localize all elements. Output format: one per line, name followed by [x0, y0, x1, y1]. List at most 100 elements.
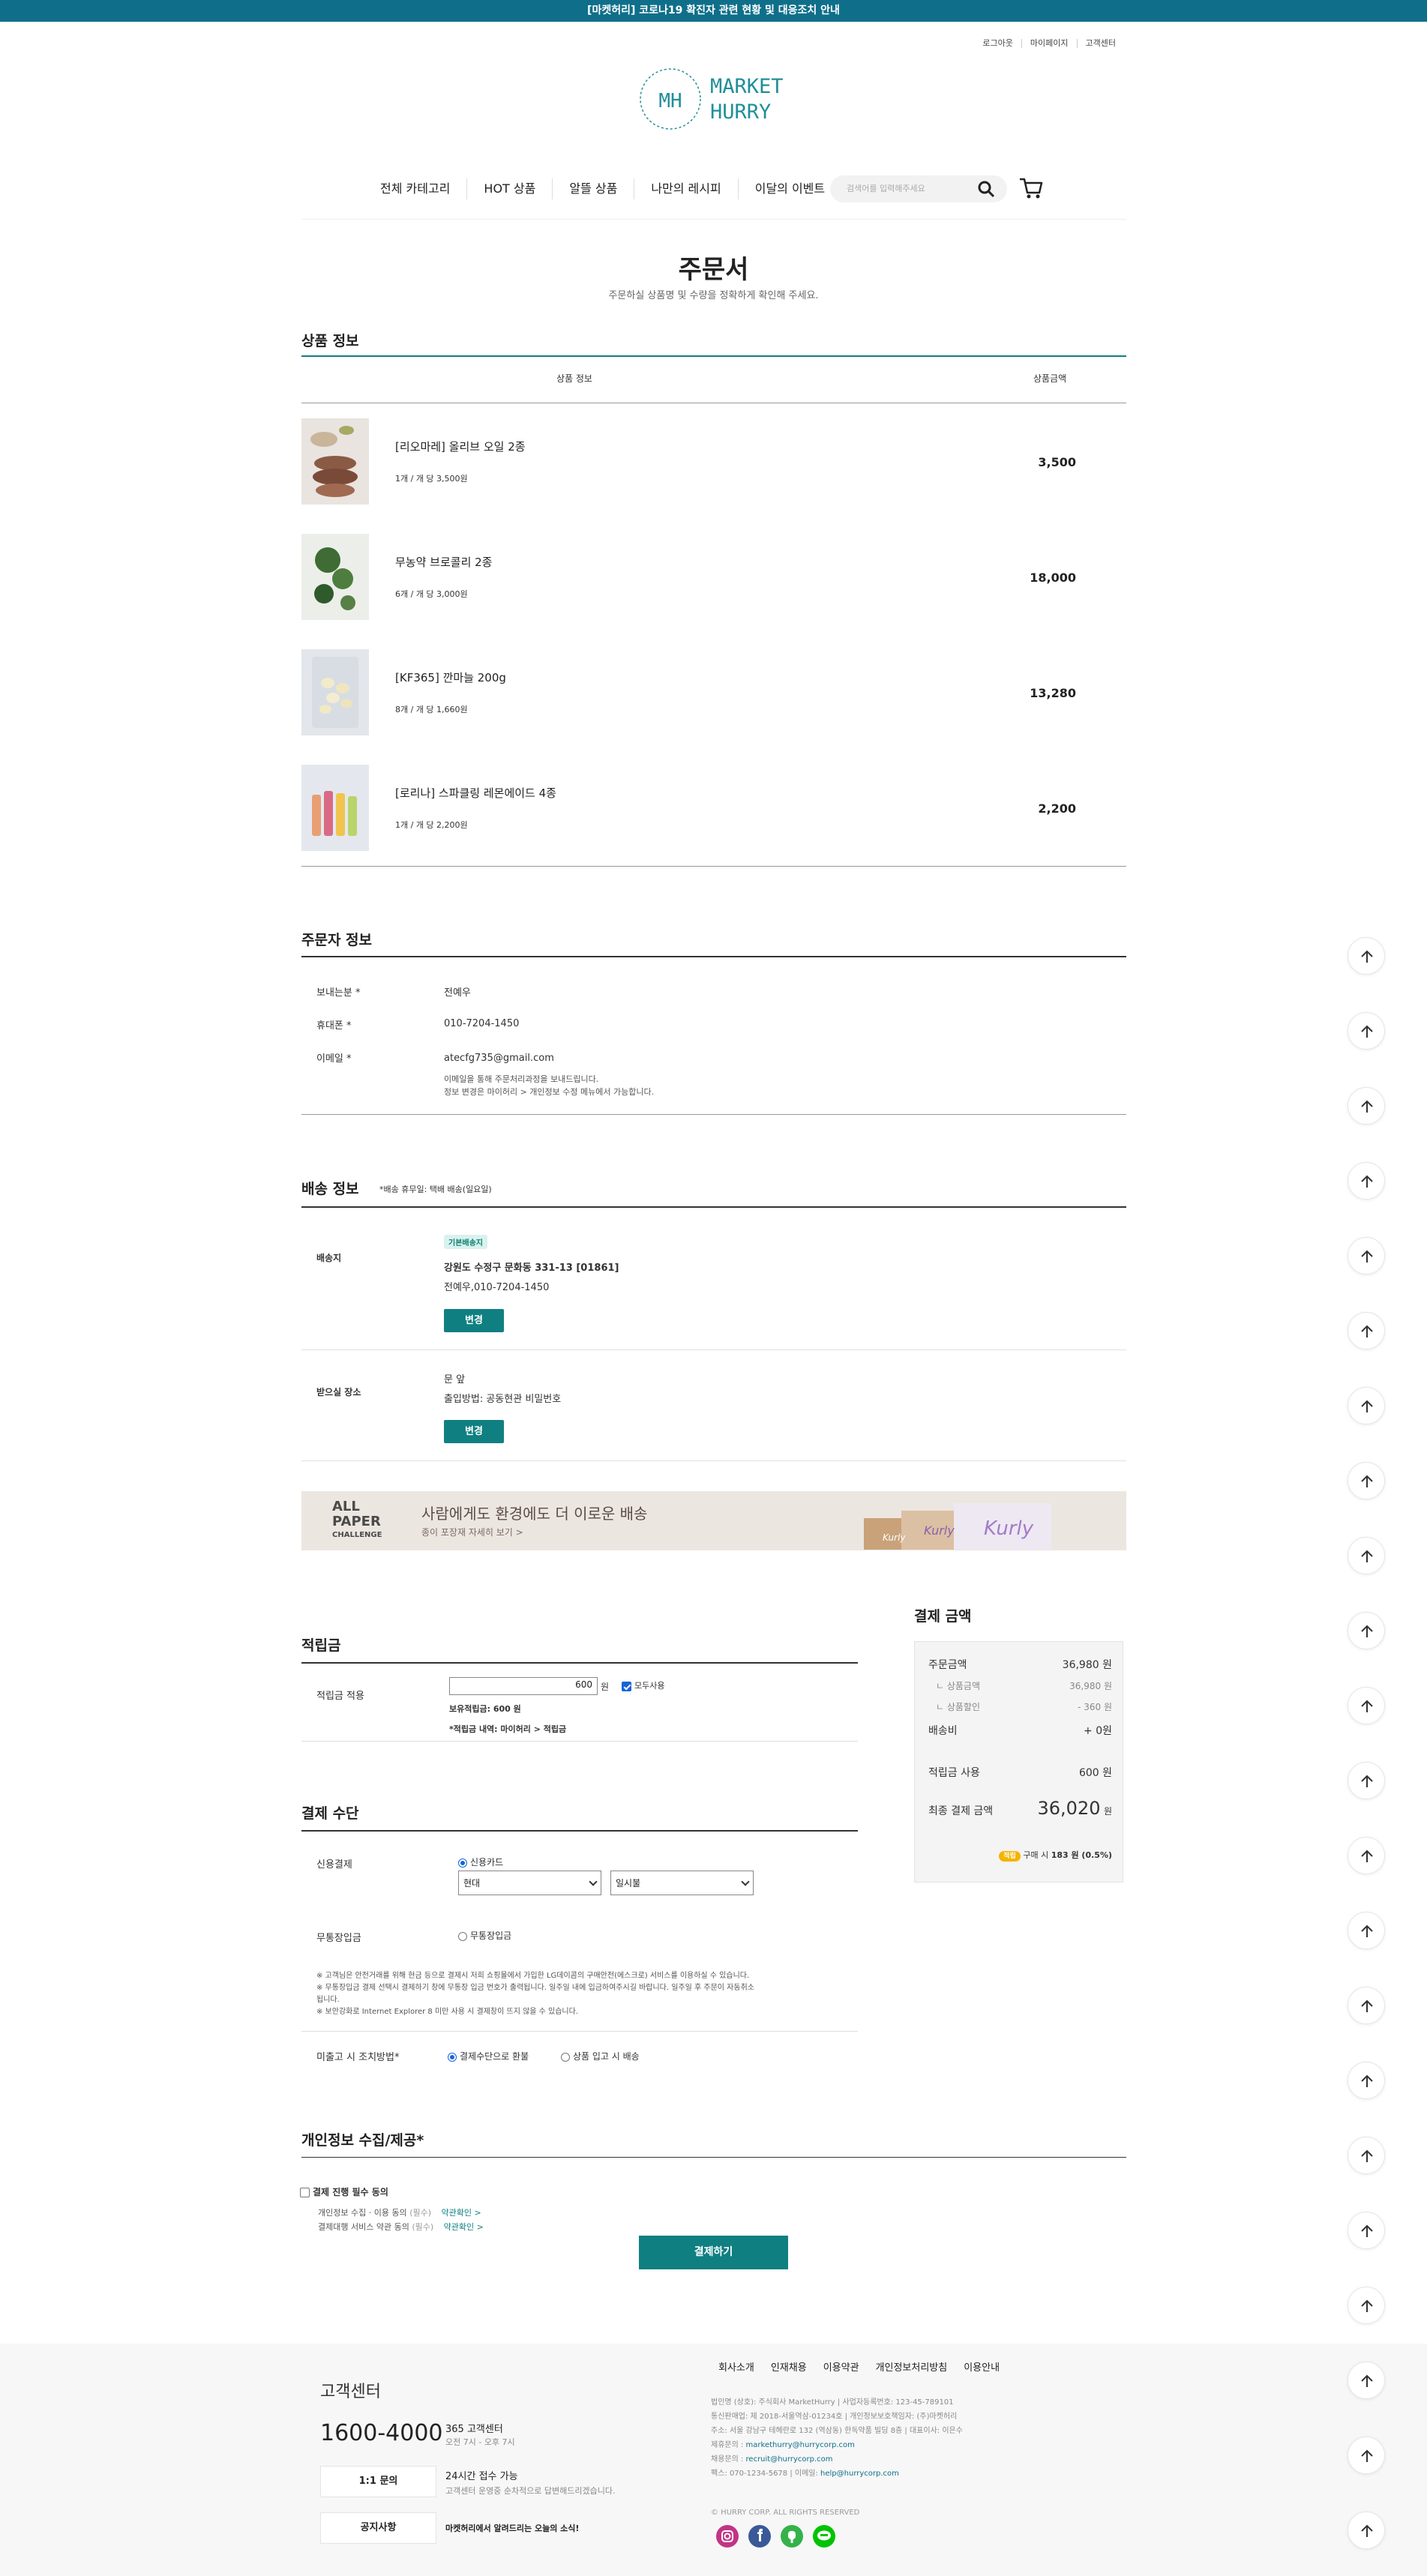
logout-link[interactable]: 로그아웃 — [974, 39, 1021, 48]
customer-center-link[interactable]: 고객센터 — [1076, 39, 1124, 48]
nav-hot[interactable]: HOT 상품 — [466, 178, 552, 199]
product-image-broccoli[interactable] — [301, 534, 369, 620]
partnership-email[interactable]: markethurry@hurrycorp.com — [746, 2441, 855, 2449]
scroll-top-button[interactable] — [1348, 1837, 1385, 1874]
facebook-icon[interactable] — [748, 2525, 771, 2548]
site-logo[interactable]: MH MARKET HURRY — [639, 64, 787, 133]
consent-view-2[interactable]: 약관확인 > — [444, 2222, 484, 2232]
notice-button[interactable]: 공지사항 — [320, 2512, 436, 2544]
arrow-up-icon — [1361, 1175, 1373, 1188]
pay-button[interactable]: 결제하기 — [639, 2236, 788, 2269]
points-input[interactable]: 600 — [449, 1677, 598, 1695]
arrow-up-icon — [1361, 2149, 1373, 2162]
main-nav: 전체 카테고리 HOT 상품 알뜰 상품 나만의 레시피 이달의 이벤트 — [364, 178, 841, 199]
card-radio[interactable]: 신용카드 — [458, 1856, 503, 1868]
summary-discount-row: ㄴ 상품할인 - 360 원 — [936, 1702, 1112, 1712]
use-all-check-icon[interactable] — [622, 1681, 631, 1691]
scroll-top-button[interactable] — [1348, 2512, 1385, 2549]
bank-radio[interactable]: 무통장입금 — [458, 1929, 511, 1942]
scroll-top-button[interactable] — [1348, 1387, 1385, 1424]
scroll-top-button[interactable] — [1348, 1312, 1385, 1349]
scroll-top-button[interactable] — [1348, 1762, 1385, 1799]
scroll-top-button[interactable] — [1348, 1087, 1385, 1125]
notice-bar[interactable]: [마켓허리] 코로나19 확진자 관련 현황 및 대응조치 안내 — [0, 0, 1427, 22]
orderer-section-line — [301, 956, 1126, 957]
summary-title: 결제 금액 — [914, 1608, 972, 1625]
help-email[interactable]: help@hurrycorp.com — [820, 2470, 899, 2478]
scroll-top-button[interactable] — [1348, 1012, 1385, 1050]
arrow-up-icon — [1361, 1325, 1373, 1337]
blog-icon[interactable] — [781, 2525, 803, 2548]
mypage-link[interactable]: 마이페이지 — [1021, 39, 1077, 48]
refund-radio[interactable]: 결제수단으로 환불 — [448, 2050, 529, 2062]
scroll-top-button[interactable] — [1348, 1537, 1385, 1574]
arrow-up-icon — [1361, 1999, 1373, 2012]
use-all-checkbox[interactable]: 모두사용 — [622, 1679, 664, 1691]
line-icon[interactable] — [813, 2525, 835, 2548]
consent-view-1[interactable]: 약관확인 > — [442, 2208, 481, 2218]
consent-section-line — [301, 2157, 1126, 2158]
required-consent-checkbox[interactable]: 결제 진행 필수 동의 — [300, 2185, 388, 2198]
restock-radio[interactable]: 상품 입고 시 배송 — [561, 2050, 640, 2062]
banner-link[interactable]: 종이 포장재 자세히 보기 > — [421, 1526, 523, 1538]
all-paper-banner[interactable]: ALL PAPER CHALLENGE 사람에게도 환경에도 더 이로운 배송 … — [301, 1491, 1126, 1550]
footer-link-about[interactable]: 회사소개 — [718, 2359, 754, 2374]
restock-radio-icon[interactable] — [561, 2052, 570, 2062]
scroll-top-button[interactable] — [1348, 1237, 1385, 1275]
scroll-top-button[interactable] — [1348, 1912, 1385, 1949]
required-consent-check-icon[interactable] — [300, 2188, 310, 2197]
nav-recipe[interactable]: 나만의 레시피 — [634, 178, 737, 199]
points-owned: 보유적립금: 600 원 — [449, 1704, 521, 1714]
product-qty: 1개 / 개 당 3,500원 — [395, 474, 468, 484]
product-image-lemonade[interactable] — [301, 765, 369, 851]
payment-notice-2: ※ 무통장입금 결제 선택시 결제하기 창에 무통장 입금 번호가 출력됩니다.… — [316, 1984, 754, 1992]
search-icon[interactable] — [976, 179, 996, 199]
recruit-email[interactable]: recruit@hurrycorp.com — [746, 2455, 833, 2464]
scroll-top-button[interactable] — [1348, 2362, 1385, 2399]
points-unit: 원 — [601, 1682, 610, 1692]
cs-phone-hours: 오전 7시 - 오후 7시 — [445, 2437, 515, 2447]
nav-event[interactable]: 이달의 이벤트 — [737, 178, 841, 199]
footer-link-guide[interactable]: 이용안내 — [964, 2359, 1000, 2374]
change-address-button[interactable]: 변경 — [444, 1309, 504, 1332]
page-subtitle: 주문하실 상품명 및 수량을 정확하게 확인해 주세요. — [608, 290, 819, 301]
scroll-top-button[interactable] — [1348, 1462, 1385, 1499]
footer-link-privacy[interactable]: 개인정보처리방침 — [876, 2359, 948, 2374]
one-to-one-button[interactable]: 1:1 문의 — [320, 2466, 436, 2497]
cart-icon[interactable] — [1018, 175, 1044, 201]
header-divider — [301, 219, 1126, 220]
installment-select[interactable]: 일시불 — [610, 1871, 754, 1895]
product-price: 3,500 — [1038, 455, 1076, 469]
change-place-button[interactable]: 변경 — [444, 1420, 504, 1443]
scroll-top-button[interactable] — [1348, 2287, 1385, 2324]
instagram-icon[interactable] — [716, 2525, 739, 2548]
refund-radio-icon[interactable] — [448, 2052, 457, 2062]
scroll-top-button[interactable] — [1348, 1612, 1385, 1649]
points-section-title: 적립금 — [301, 1637, 341, 1654]
copyright: © HURRY CORP. ALL RIGHTS RESERVED — [711, 2509, 860, 2517]
scroll-top-button[interactable] — [1348, 1162, 1385, 1200]
product-image-garlic[interactable] — [301, 649, 369, 735]
footer-link-recruit[interactable]: 인재채용 — [771, 2359, 807, 2374]
col-product-info: 상품 정보 — [556, 373, 592, 384]
nav-all-categories[interactable]: 전체 카테고리 — [364, 178, 466, 199]
banner-logo-line2: PAPER — [332, 1514, 381, 1529]
svg-text:Kurly: Kurly — [924, 1523, 955, 1538]
card-radio-icon[interactable] — [458, 1858, 467, 1868]
card-company-select[interactable]: 현대 — [458, 1871, 601, 1895]
bank-radio-icon[interactable] — [458, 1931, 467, 1941]
arrow-up-icon — [1361, 2374, 1373, 2387]
svg-text:Kurly: Kurly — [984, 1517, 1034, 1540]
scroll-top-button[interactable] — [1348, 1687, 1385, 1724]
earn-badge: 적립 — [999, 1851, 1021, 1862]
nav-bargain[interactable]: 알뜰 상품 — [552, 178, 634, 199]
product-image-olive-oil[interactable] — [301, 418, 369, 505]
scroll-top-button[interactable] — [1348, 2137, 1385, 2174]
scroll-top-button[interactable] — [1348, 2062, 1385, 2099]
scroll-top-button[interactable] — [1348, 1987, 1385, 2024]
product-name: [KF365] 깐마늘 200g — [395, 671, 506, 684]
scroll-top-button[interactable] — [1348, 2437, 1385, 2474]
scroll-top-button[interactable] — [1348, 937, 1385, 975]
footer-link-terms[interactable]: 이용약관 — [823, 2359, 859, 2374]
scroll-top-button[interactable] — [1348, 2212, 1385, 2249]
